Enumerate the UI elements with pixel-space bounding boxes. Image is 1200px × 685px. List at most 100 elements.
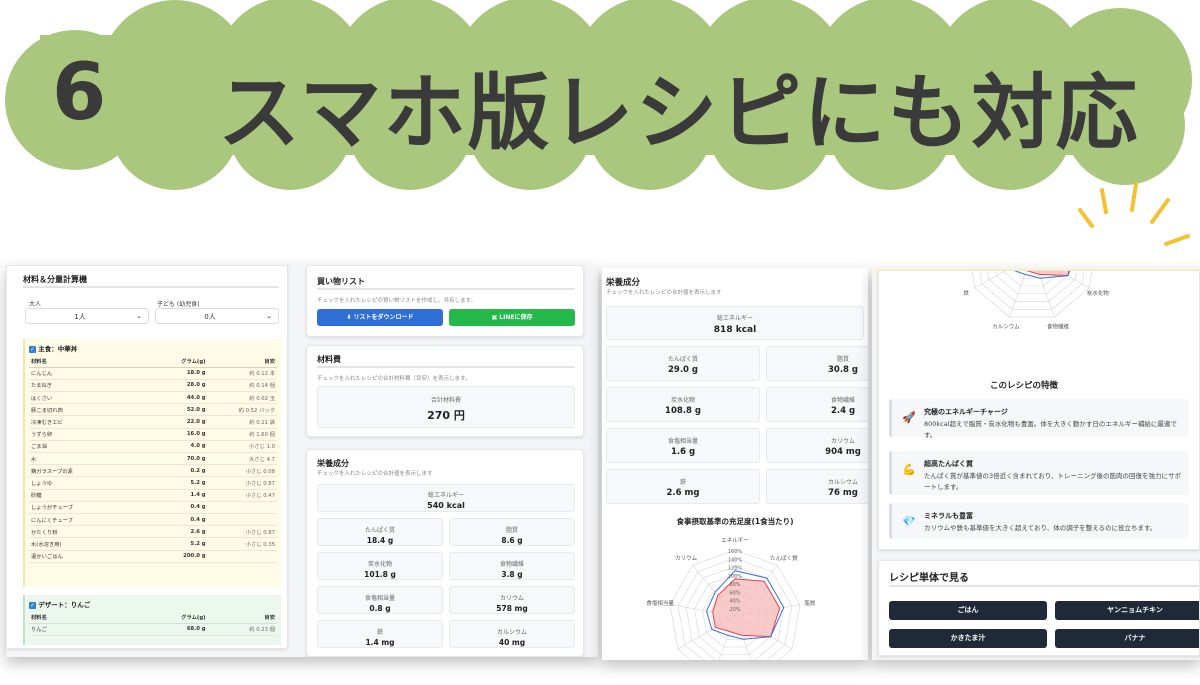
ingredient-measure: 約 0.23 個 — [207, 623, 277, 636]
nutrient-box: 鉄 1.4 mg — [317, 620, 443, 648]
cost-desc: チェックを入れたレシピの合計材料費（目安）を表示します。 — [317, 376, 471, 382]
left-screenshot: 材料＆分量計算機 大人 1人 ⌄ 子ども (幼児食) 0人 ⌄ ✓ 主食：中華丼… — [6, 265, 598, 657]
checkbox-checked-icon[interactable]: ✓ — [29, 345, 36, 353]
radar-axis-label: エネルギー — [721, 537, 749, 544]
nutrient-value: 578 mg — [496, 604, 528, 613]
energy-box: 総エネルギー 818 kcal — [606, 306, 864, 340]
table-row: にんじん 18.0 g約 0.12 本 — [29, 367, 277, 380]
table-row: ごま油 4.0 g 小さじ 1.0 — [29, 440, 277, 454]
nutrient-value: 29.0 g — [667, 365, 698, 375]
table-row: 温かいごはん 200.0 g — [29, 550, 277, 563]
feature-desc: たんぱく質が基準値の3倍近く含まれており、トレーニング後の筋肉の回復を強力にサポ… — [924, 472, 1181, 491]
nutrient-value: 108.8 g — [665, 406, 701, 416]
nutrient-value: 18.4 g — [366, 536, 394, 545]
ingredient-name: 豚こま切れ肉 — [29, 403, 141, 417]
ingredient-gram: 52.0 g — [140, 403, 208, 417]
nutrient-label: 食塩相当量 — [364, 595, 395, 602]
download-list-label: リストをダウンロード — [353, 314, 414, 321]
nutrient-label: 炭水化物 — [670, 397, 695, 404]
calculator-title: 材料＆分量計算機 — [23, 275, 87, 284]
radar-axis-label: 食塩相当量 — [646, 599, 674, 607]
nutrient-label: 脂質 — [505, 527, 518, 534]
ingredient-gram: 68.0 g — [140, 623, 208, 636]
radar-chart-top: 炭水化物食物繊維 カルシウム 鉄 — [963, 271, 1109, 330]
ingredient-gram: 28.0 g — [140, 379, 208, 393]
ingredient-measure: 小さじ 0.08 — [207, 464, 277, 478]
dessert-block: ✓ デザート：りんご 材料名 グラム(g) 目安 りんご 68.0 g約 0.23… — [23, 595, 281, 645]
nutrient-box: カリウム 904 mg — [766, 428, 868, 463]
ingredient-name: しょうがチューブ — [29, 501, 141, 514]
adults-label: 大人 — [29, 301, 42, 308]
radar-axis-label: カリウム — [675, 554, 698, 562]
ingredient-name: かたくり粉 — [29, 525, 141, 539]
nutrient-value: 1.6 g — [670, 447, 696, 457]
nutrient-box: 食塩相当量 1.6 g — [606, 428, 760, 463]
nutrient-box: カルシウム 40 mg — [449, 620, 575, 648]
line-save-button[interactable]: ▣ LINEに保存 — [449, 309, 575, 326]
ingredient-name: 冷凍むきエビ — [29, 415, 141, 429]
main-dish-name: 主食：中華丼 — [38, 345, 78, 353]
nutrient-box: 食塩相当量 0.8 g — [317, 586, 443, 614]
energy-label: 総エネルギー — [716, 315, 753, 322]
main-dish-header[interactable]: ✓ 主食：中華丼 — [29, 343, 77, 353]
nutrient-value: 2.6 mg — [666, 488, 700, 498]
nutrient-label: 脂質 — [836, 356, 849, 363]
col-header-gram: グラム(g) — [140, 611, 208, 624]
radar-tick-label: 80% — [729, 582, 740, 588]
ingredient-measure — [207, 513, 277, 527]
radar-axis-label: カルシウム — [992, 322, 1020, 330]
ingredient-gram: 0.2 g — [140, 464, 208, 478]
nutrient-label: 炭水化物 — [367, 561, 392, 568]
recipe-button-rice[interactable]: ごはん — [889, 601, 1047, 620]
col-header-measure: 目安 — [207, 355, 277, 368]
feature-title: 超高たんぱく質 — [924, 460, 973, 468]
ingredient-gram: 2.6 g — [140, 525, 208, 539]
energy-value: 540 kcal — [427, 501, 465, 510]
nutrient-value: 8.6 g — [501, 536, 523, 545]
nutrient-box: カリウム 578 mg — [449, 586, 575, 614]
ingredient-measure: 小さじ 1.0 — [207, 440, 277, 454]
feature-desc: カリウムや鉄も基準値を大きく超えており、体の調子を整えるのに役立ちます。 — [924, 524, 1157, 532]
nutrient-label: カルシウム — [496, 629, 527, 636]
main-ingredients-table: 材料名 グラム(g) 目安 にんじん 18.0 g約 0.12 本たまねぎ 28.0… — [29, 355, 277, 563]
recipe-button-kakitama-soup[interactable]: かきたま汁 — [889, 629, 1047, 648]
radar-grid-ring — [979, 271, 1085, 310]
banner-number: 6 — [52, 48, 107, 138]
ingredient-gram: 44.0 g — [140, 391, 208, 405]
energy-value: 818 kcal — [713, 325, 757, 335]
adults-select[interactable]: 1人 ⌄ — [25, 308, 149, 324]
checkbox-checked-icon[interactable]: ✓ — [29, 601, 36, 609]
total-cost-label: 合計材料費 — [430, 397, 461, 404]
calculator-card: 材料＆分量計算機 大人 1人 ⌄ 子ども (幼児食) 0人 ⌄ ✓ 主食：中華丼… — [6, 265, 288, 649]
nutrient-box: 脂質 30.8 g — [766, 346, 868, 381]
table-row: にんにくチューブ 0.4 g — [29, 513, 277, 527]
single-recipes-card: レシピ単体で見る ごはん ヤンニョムチキン かきたま汁 バナナ — [878, 560, 1200, 656]
cost-card: 材料費 チェックを入れたレシピの合計材料費（目安）を表示します。 合計材料費 2… — [306, 345, 584, 437]
feature-item: 💪 超高たんぱく質 たんぱく質が基準値の3倍近く含まれており、トレーニング後の筋肉の… — [889, 451, 1189, 495]
download-list-button[interactable]: ⬇ リストをダウンロード — [317, 309, 443, 326]
nutrient-value: 3.8 g — [501, 570, 523, 579]
table-row: 冷凍むきエビ 22.0 g約 0.11 袋 — [29, 415, 277, 429]
ingredient-gram: 16.0 g — [140, 428, 208, 441]
radar-tick-label: 60% — [729, 590, 740, 596]
gem-icon: 💎 — [902, 515, 916, 528]
radar-axis-label: たんぱく質 — [770, 554, 798, 562]
total-cost-box: 合計材料費 270 円 — [317, 386, 575, 428]
kids-label: 子ども (幼児食) — [157, 301, 200, 308]
nutrient-label: 食物繊維 — [499, 561, 524, 568]
radar-chart: 20% 40% 60% 80% 100% 120% 140% 160% エネルギーたんぱく質脂質… — [646, 537, 816, 660]
recipe-button-yangnyeom-chicken[interactable]: ヤンニョムチキン — [1055, 601, 1199, 620]
ingredient-gram: 18.0 g — [140, 367, 208, 380]
col-header-gram: グラム(g) — [140, 355, 208, 368]
table-row: 豚こま切れ肉 52.0 g約 0.52 パック — [29, 403, 277, 417]
dessert-header[interactable]: ✓ デザート：りんご — [29, 599, 90, 609]
kids-select[interactable]: 0人 ⌄ — [155, 308, 279, 324]
recipe-button-banana[interactable]: バナナ — [1055, 629, 1199, 648]
total-cost-value: 270 円 — [427, 409, 465, 422]
table-row: たまねぎ 28.0 g約 0.14 個 — [29, 379, 277, 393]
nutrient-label: たんぱく質 — [364, 527, 395, 534]
table-row: 鶏ガラスープの素 0.2 g 小さじ 0.08 — [29, 464, 277, 478]
ingredient-measure: 約 0.14 個 — [207, 379, 277, 393]
ingredient-measure: 小さじ 0.87 — [207, 525, 277, 539]
nutrient-value: 30.8 g — [827, 365, 858, 375]
